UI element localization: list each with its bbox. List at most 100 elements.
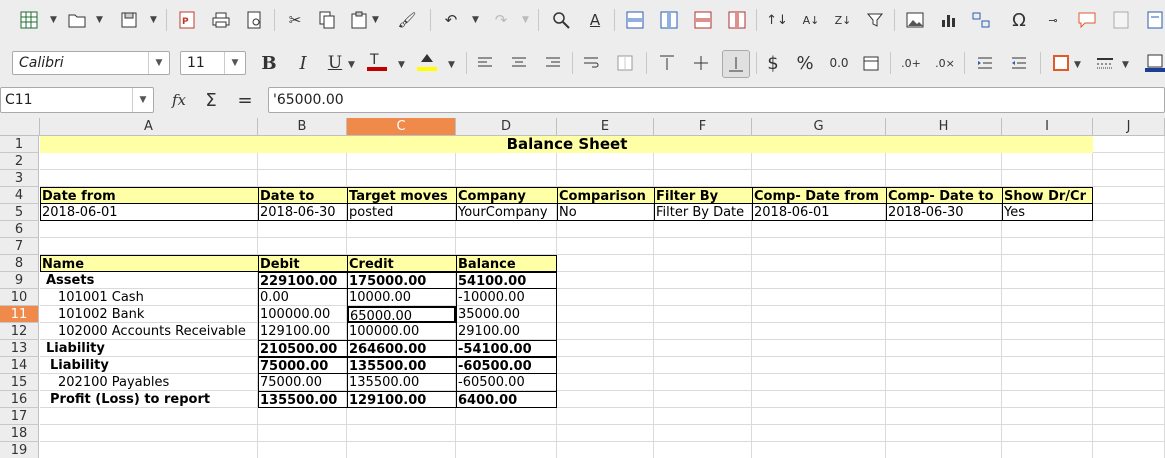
special-character-icon[interactable]: Ω [1008,9,1030,31]
filter-value[interactable]: No [557,204,654,221]
define-print-area-icon[interactable] [1144,9,1165,31]
highlighting-dropdown-icon[interactable]: ▼ [448,60,455,70]
table-header[interactable]: Balance [456,255,557,272]
filter-value[interactable]: posted [347,204,456,221]
undo-icon[interactable]: ↶ [440,9,462,31]
save-dropdown-icon[interactable]: ▼ [150,15,157,25]
paste-icon[interactable] [348,9,370,31]
italic-button[interactable]: I [292,52,314,74]
column-header[interactable]: G [752,118,886,136]
table-row-name[interactable]: 101001 Cash [40,289,258,306]
column-header[interactable]: J [1093,118,1165,136]
font-size-box[interactable]: 11 ▼ [180,51,246,75]
percent-format-icon[interactable]: % [794,52,816,74]
row-header[interactable]: 8 [0,255,39,272]
sort-ascending-icon[interactable]: A↓ [800,9,822,31]
table-row-debit[interactable]: 229100.00 [258,272,347,289]
column-header[interactable]: A [40,118,258,136]
column-header[interactable]: B [258,118,347,136]
table-row-credit[interactable]: 10000.00 [347,289,456,306]
border-style-dropdown-icon[interactable]: ▼ [1122,60,1129,70]
headers-footers-icon[interactable] [1110,9,1132,31]
border-color-icon[interactable] [1144,52,1165,74]
number-format-icon[interactable]: 0.0 [828,52,850,74]
filter-header[interactable]: Date to [258,187,347,204]
function-wizard-icon[interactable]: fx [168,89,190,111]
table-row-name[interactable]: Assets [40,272,258,289]
table-row-balance[interactable]: -10000.00 [456,289,557,306]
filter-header[interactable]: Comparison [557,187,654,204]
redo-dropdown-icon[interactable]: ▼ [522,15,529,25]
column-header[interactable]: H [886,118,1002,136]
highlighting-color-icon[interactable] [416,50,438,72]
table-header[interactable]: Name [40,255,258,272]
row-header[interactable]: 5 [0,204,39,221]
date-format-icon[interactable] [860,52,882,74]
row-header[interactable]: 16 [0,391,39,408]
hyperlink-icon[interactable]: ⊸ [1042,9,1064,31]
table-row-name[interactable]: Liability [40,357,258,374]
filter-header[interactable]: Date from [40,187,258,204]
table-row-debit[interactable]: 75000.00 [258,357,347,374]
spelling-icon[interactable]: A [584,9,606,31]
name-box-dropdown-icon[interactable]: ▼ [132,88,153,112]
formula-input[interactable]: '65000.00 [268,87,1165,113]
border-style-icon[interactable] [1094,52,1116,74]
table-row-balance[interactable]: 6400.00 [456,391,557,408]
column-header[interactable]: C [347,118,456,136]
table-row-balance[interactable]: -54100.00 [456,340,557,357]
table-row-balance[interactable]: 29100.00 [456,323,557,340]
table-row-debit[interactable]: 129100.00 [258,323,347,340]
spreadsheet-grid[interactable]: ABCDEFGHIJ 1 2 3 4 5 6 7 8 9 10 11 12 13 14 15 16 17 18 19… [0,118,1165,458]
wrap-text-icon[interactable] [580,52,602,74]
table-row-credit[interactable]: 129100.00 [347,391,456,408]
filter-header[interactable]: Target moves [347,187,456,204]
increase-indent-icon[interactable] [974,52,996,74]
bold-button[interactable]: B [258,52,280,74]
column-header[interactable]: D [456,118,557,136]
export-pdf-icon[interactable]: P [176,9,198,31]
open-dropdown-icon[interactable]: ▼ [96,15,103,25]
font-color-icon[interactable]: T [366,50,388,72]
find-replace-icon[interactable] [550,9,572,31]
row-header[interactable]: 17 [0,408,39,425]
insert-chart-icon[interactable] [938,9,960,31]
table-row-debit[interactable]: 100000.00 [258,306,347,323]
print-icon[interactable] [210,9,232,31]
filter-value[interactable]: Filter By Date [654,204,752,221]
row-header[interactable]: 11 [0,306,39,323]
filter-value[interactable]: 2018-06-30 [258,204,347,221]
align-center-icon[interactable] [508,52,530,74]
undo-dropdown-icon[interactable]: ▼ [472,15,479,25]
row-header[interactable]: 7 [0,238,39,255]
filter-header[interactable]: Comp- Date from [752,187,886,204]
merge-cells-icon[interactable] [614,52,636,74]
filter-value[interactable]: 2018-06-01 [752,204,886,221]
table-header[interactable]: Debit [258,255,347,272]
delete-row-icon[interactable] [692,9,714,31]
sum-icon[interactable]: Σ [200,89,222,111]
row-header[interactable]: 15 [0,374,39,391]
filter-value[interactable]: Yes [1002,204,1093,221]
table-row-balance[interactable]: -60500.00 [456,374,557,391]
row-header[interactable]: 4 [0,187,39,204]
filter-value[interactable]: 2018-06-30 [886,204,1002,221]
row-header[interactable]: 10 [0,289,39,306]
table-row-credit[interactable]: 175000.00 [347,272,456,289]
font-size-dropdown-icon[interactable]: ▼ [224,52,245,74]
column-header[interactable]: I [1002,118,1093,136]
select-all-corner[interactable] [0,118,40,136]
row-header[interactable]: 6 [0,221,39,238]
filter-header[interactable]: Show Dr/Cr [1002,187,1093,204]
delete-decimal-icon[interactable]: .0× [934,52,956,74]
table-row-debit[interactable]: 135500.00 [258,391,347,408]
row-header[interactable]: 2 [0,153,39,170]
spreadsheet-icon[interactable] [18,9,40,31]
clone-formatting-icon[interactable]: 🖌 [396,9,418,31]
row-header[interactable]: 18 [0,425,39,442]
sort-descending-icon[interactable]: Z↓ [832,9,854,31]
save-icon[interactable] [118,9,140,31]
column-header[interactable]: F [654,118,752,136]
active-cell[interactable]: 65000.00 [347,306,456,323]
table-row-credit[interactable]: 264600.00 [347,340,456,357]
